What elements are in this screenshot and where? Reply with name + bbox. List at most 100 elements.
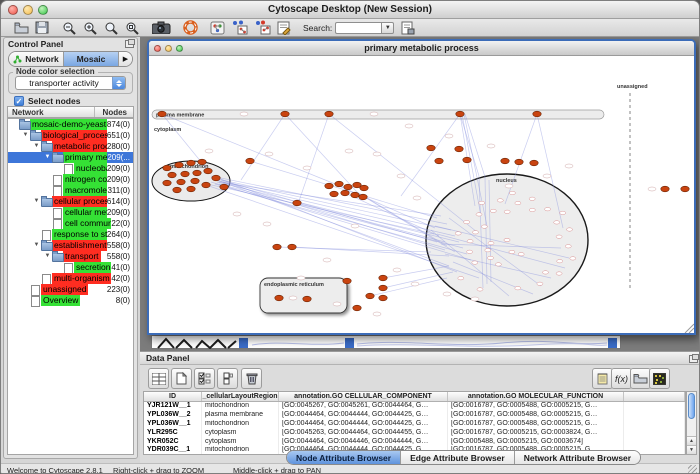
gene-node[interactable] [193,170,201,176]
tree-row[interactable]: response to stimulu264(0) [8,229,133,240]
cell-molecular[interactable]: [GO:0016787, GO:0005488, GO:0005215, G… [448,420,624,429]
gene-node[interactable] [202,182,210,188]
unselect-attributes-icon[interactable] [217,368,238,389]
tree-expand-icon[interactable]: ▼ [43,152,52,163]
attribute-table-header[interactable]: ID_cellularLayoutRegionannotation.GO CEL… [144,392,685,402]
gene-node[interactable] [330,191,338,197]
snapshot-icon[interactable] [151,20,171,36]
search-dropdown-arrow[interactable]: ▼ [381,22,394,34]
tree-row[interactable]: nucleobase-209(0) [8,163,133,174]
float-panel-icon[interactable] [125,40,134,48]
cell-region[interactable]: mitochondrion [202,420,279,429]
zoom-in-icon[interactable] [82,20,98,36]
scroll-down-arrow[interactable]: ▼ [687,445,696,454]
gene-node[interactable] [293,200,301,206]
cell-region[interactable]: mitochondrion [202,446,279,455]
tree-row[interactable]: Overview8(0) [8,295,133,306]
layout-1-icon[interactable] [230,20,248,36]
search-input[interactable] [335,22,381,34]
cell-molecular[interactable]: [GO:0016787, GO:0005488, GO:0005215, G… [448,411,624,420]
gene-node[interactable] [359,194,367,200]
gene-node[interactable] [198,159,206,165]
vizmapper-icon[interactable] [276,20,292,36]
tree-row[interactable]: ▼biological_process651(0) [8,130,133,141]
network-view-window[interactable]: primary metabolic process plasma membran… [147,39,696,335]
gene-node[interactable] [455,146,463,152]
gene-node[interactable] [187,160,195,166]
tree-expand-icon[interactable]: ▼ [32,141,41,152]
network-canvas[interactable]: plasma membrane cytoplasm mitochondrion … [149,56,694,333]
gene-node[interactable] [456,111,464,117]
column-header[interactable]: annotation.GO CELLULAR_COMPONENT [279,392,448,401]
cell-empty[interactable] [624,438,685,447]
cell-cellular[interactable]: [GO:0045267, GO:0045261, GO:0044464, G… [279,402,448,411]
column-header[interactable]: annotation.GO MOLECULAR_FUNCTION [448,392,624,401]
tab-node-attribute-browser[interactable]: Node Attribute Browser [287,451,401,464]
import-attributes-icon[interactable] [400,20,416,36]
open-session-icon[interactable] [13,20,29,36]
column-header[interactable]: ID [144,392,202,401]
gene-node[interactable] [681,186,689,192]
table-row[interactable]: YKR052Ccytoplasm[GO:0044464, GO:0044446,… [144,438,685,447]
gene-node[interactable] [168,172,176,178]
gene-node[interactable] [281,111,289,117]
column-header[interactable]: _cellularLayoutRegion [202,392,279,401]
cell-molecular[interactable]: [GO:0016787, GO:0005215, GO:0003824, G… [448,429,624,438]
gene-node[interactable] [303,296,311,302]
zoom-out-icon[interactable] [61,20,77,36]
cell-id[interactable]: YLR295C [144,429,202,438]
gene-node[interactable] [163,180,171,186]
gene-node[interactable] [501,158,509,164]
gene-node[interactable] [343,278,351,284]
zoom-fit-icon[interactable] [124,20,140,36]
notepad-icon[interactable] [592,368,613,389]
scroll-up-arrow[interactable]: ▲ [687,436,696,445]
gene-node[interactable] [379,275,387,281]
gene-node[interactable] [288,244,296,250]
gene-node[interactable] [181,171,189,177]
help-icon[interactable] [182,20,198,36]
gene-node[interactable] [379,295,387,301]
scrollbar-thumb[interactable] [688,393,695,419]
attribute-matrix-icon[interactable] [649,368,670,389]
tree-row[interactable]: cellular metabo209(0) [8,207,133,218]
gene-node[interactable] [275,295,283,301]
cell-id[interactable]: YPL036W__1 [144,420,202,429]
tree-row[interactable]: nitrogen compo209(0) [8,174,133,185]
tree-expand-icon[interactable]: ▼ [21,130,30,141]
gene-node[interactable] [360,185,368,191]
table-scrollbar[interactable]: ▲ ▼ [686,391,697,455]
gene-node[interactable] [530,160,538,166]
cell-empty[interactable] [624,420,685,429]
view-resize-grip[interactable] [685,324,694,333]
gene-node[interactable] [246,158,254,164]
tree-row[interactable]: ▼transport558(0) [8,251,133,262]
gene-node[interactable] [341,190,349,196]
tree-row[interactable]: ▼primary metabo209(... [8,152,133,163]
tab-network-attribute-browser[interactable]: Network Attribute Browser [515,451,640,464]
table-row[interactable]: YLR295Ccytoplasm[GO:0045263, GO:0044464,… [144,429,685,438]
attribute-table-icon[interactable] [148,368,169,389]
cell-cellular[interactable]: [GO:0045263, GO:0044464, GO:0044455, G… [279,429,448,438]
tree-row[interactable]: ▼cellular process614(0) [8,196,133,207]
background-window-fragment[interactable] [151,335,621,349]
column-header[interactable] [624,392,685,401]
select-nodes-checkbox[interactable]: ✓ [14,96,24,106]
save-session-icon[interactable] [34,20,50,36]
gene-node[interactable] [220,184,228,190]
gene-node[interactable] [366,293,374,299]
gene-node[interactable] [325,183,333,189]
table-row[interactable]: YPL036W__1mitochondrion[GO:0044464, GO:0… [144,420,685,429]
gene-node[interactable] [212,175,220,181]
tree-row[interactable]: ▼establishment of lo558(0) [8,240,133,251]
gene-node[interactable] [379,285,387,291]
gene-node[interactable] [325,111,333,117]
new-attribute-icon[interactable] [171,368,192,389]
gene-node[interactable] [344,184,352,190]
tab-mosaic[interactable]: Mosaic [64,52,119,66]
network-tree[interactable]: mosaic-demo-yeast874(0)▼biological_proce… [7,118,134,455]
delete-attribute-icon[interactable] [241,368,262,389]
attribute-table[interactable]: ID_cellularLayoutRegionannotation.GO CEL… [143,391,686,455]
tree-expand-icon[interactable]: ▼ [32,196,41,207]
cell-empty[interactable] [624,402,685,411]
